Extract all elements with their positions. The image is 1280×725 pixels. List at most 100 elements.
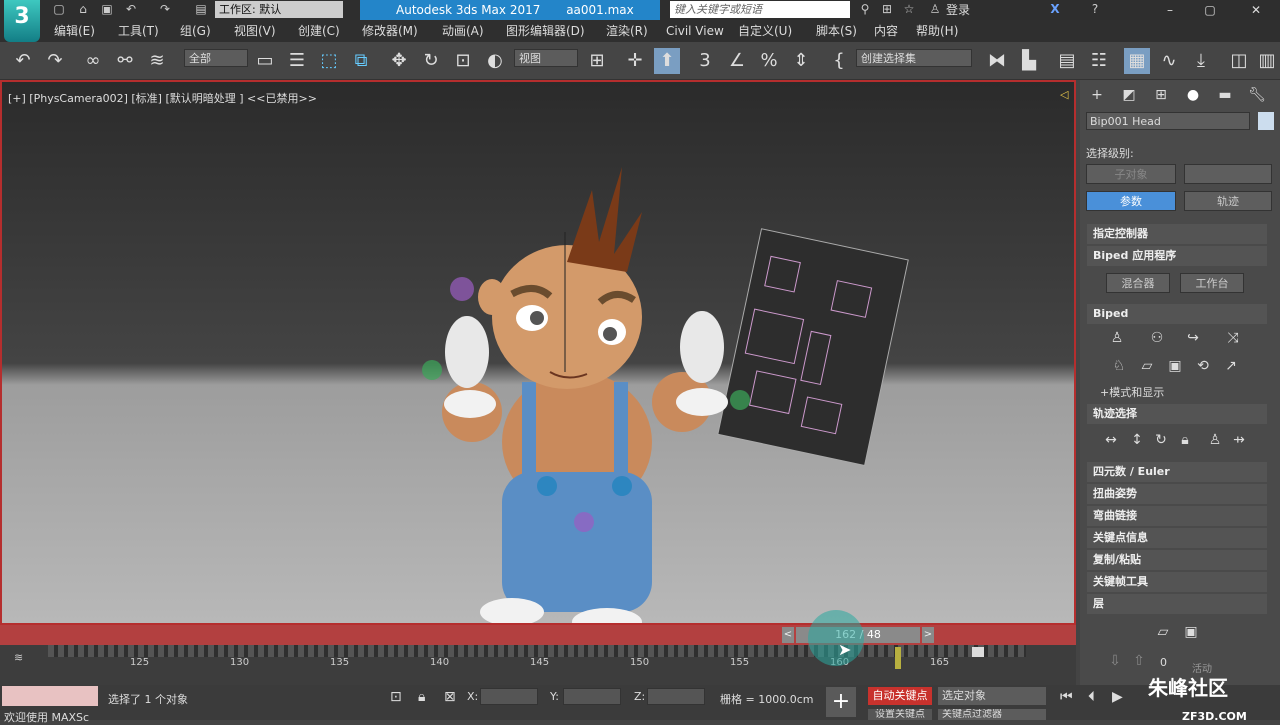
previous-frame-icon[interactable]: ⏴ [1088,689,1095,705]
spinner-snap-icon[interactable]: ⇕ [788,48,814,74]
key-marker[interactable] [972,647,984,657]
next-frame-button[interactable]: > [922,627,934,643]
track-bar[interactable]: ≋ 125 130 135 140 145 150 155 160 165 [0,645,1076,685]
tab-trajectories[interactable]: 轨迹 [1184,191,1272,211]
current-time-marker[interactable] [895,647,901,669]
footstep-mode-icon[interactable]: ⚇ [1146,327,1168,349]
key-filters-button[interactable]: 关键点过滤器 [938,709,1046,720]
render-setup-icon[interactable]: ▥ [1254,48,1280,74]
body-horizontal-icon[interactable]: ↔ [1100,429,1122,451]
select-manipulate-icon[interactable]: ✛ [622,48,648,74]
x-field[interactable] [480,688,538,705]
save-layer-icon[interactable]: ▣ [1180,621,1202,643]
menu-rendering[interactable]: 渲染(R) [606,20,648,42]
undo-icon[interactable]: ↶ [10,48,36,74]
play-icon[interactable]: ▶ [1112,689,1123,705]
scene-explorer-icon[interactable]: ▤ [1054,48,1080,74]
select-by-name-icon[interactable]: ☰ [284,48,310,74]
prev-frame-button[interactable]: < [782,627,794,643]
layer-explorer-icon[interactable]: ☷ [1086,48,1112,74]
mixer-mode-icon[interactable]: ⤨ [1222,327,1244,349]
symmetrical-icon[interactable]: ♙ [1204,429,1226,451]
load-file-icon[interactable]: ▱ [1136,355,1158,377]
snaps-toggle-icon[interactable]: 3 [692,48,718,74]
utilities-tab-icon[interactable]: 🔧︎ [1246,84,1268,106]
rollout-twist-poses[interactable]: 扭曲姿势 [1087,484,1267,504]
menu-create[interactable]: 创建(C) [298,20,340,42]
move-icon[interactable]: ✥ [386,48,412,74]
pivot-center-icon[interactable]: ⊞ [584,48,610,74]
open-file-icon[interactable]: ⌂ [74,1,92,18]
layer-up-icon[interactable]: ⇧ [1128,650,1150,672]
isolate-icon[interactable]: ⊡ [390,689,402,705]
opposite-icon[interactable]: ⇸ [1228,429,1250,451]
menu-edit[interactable]: 编辑(E) [54,20,95,42]
menu-help[interactable]: 帮助(H) [916,20,958,42]
hierarchy-tab-icon[interactable]: ⊞ [1150,84,1172,106]
menu-tools[interactable]: 工具(T) [118,20,159,42]
maxscript-listener[interactable] [2,686,98,706]
toggle-ribbon-icon[interactable]: ▦ [1124,48,1150,74]
motion-tab-icon[interactable]: ● [1182,84,1204,106]
go-to-start-icon[interactable]: ⏮ [1060,689,1073,705]
save-file-icon[interactable]: ▣ [1164,355,1186,377]
app-logo[interactable]: 3 [4,0,40,42]
window-crossing-icon[interactable]: ⧉ [348,48,374,74]
layer-down-icon[interactable]: ⇩ [1104,650,1126,672]
sub-object-dropdown[interactable] [1184,164,1272,184]
selection-filter-dropdown[interactable]: 全部 [184,49,248,67]
menu-content[interactable]: 内容 [874,20,898,42]
workbench-button[interactable]: 工作台 [1180,273,1244,293]
lock-selection-icon[interactable]: 🔒︎ [418,689,425,705]
curve-editor-icon[interactable]: ∿ [1156,48,1182,74]
menu-customize[interactable]: 自定义(U) [738,20,792,42]
binoculars-icon[interactable]: ⚲ [856,1,874,18]
unlink-icon[interactable]: ⚯ [112,48,138,74]
maximize-button[interactable]: ▢ [1190,0,1230,20]
add-time-tag-icon[interactable]: + [826,687,856,717]
key-strip[interactable] [48,645,1026,657]
rotate-icon[interactable]: ↻ [418,48,444,74]
rollout-assign-controller[interactable]: 指定控制器 [1087,224,1267,244]
set-key-button[interactable]: 设置关键点 [868,709,932,720]
align-icon[interactable]: ▙ [1016,48,1042,74]
menu-scripting[interactable]: 脚本(S) [816,20,857,42]
select-object-icon[interactable]: ▭ [252,48,278,74]
minimize-button[interactable]: – [1150,0,1190,20]
rollout-layers[interactable]: 层 [1087,594,1267,614]
modes-display-rollout[interactable]: +模式和显示 [1100,384,1164,400]
user-icon[interactable]: ♙ [926,1,944,18]
menu-modifiers[interactable]: 修改器(M) [362,20,418,42]
rollout-biped-apps[interactable]: Biped 应用程序 [1087,246,1267,266]
exchange-icon[interactable]: X [1046,1,1064,18]
sub-object-button[interactable]: 子对象 [1086,164,1176,184]
login-link[interactable]: 登录 [946,1,970,18]
info-center-icon[interactable]: ⊞ [878,1,896,18]
motion-flow-icon[interactable]: ↪ [1182,327,1204,349]
mirror-icon[interactable]: ⧓ [984,48,1010,74]
scale-icon[interactable]: ⊡ [450,48,476,74]
rollout-keyframing-tools[interactable]: 关键帧工具 [1087,572,1267,592]
move-all-mode-icon[interactable]: ↗ [1220,355,1242,377]
project-folder-icon[interactable]: ▤ [192,1,210,18]
z-field[interactable] [647,688,705,705]
body-vertical-icon[interactable]: ↕ [1126,429,1148,451]
modify-tab-icon[interactable]: ◩ [1118,84,1140,106]
layer-value[interactable]: 0 [1160,656,1167,669]
angle-snap-icon[interactable]: ∠ [724,48,750,74]
rect-selection-icon[interactable]: ⬚ [316,48,342,74]
rollout-bend-links[interactable]: 弯曲链接 [1087,506,1267,526]
reference-coord-dropdown[interactable]: 视图 [514,49,578,67]
link-icon[interactable]: ∞ [80,48,106,74]
tab-parameters[interactable]: 参数 [1086,191,1176,211]
absolute-mode-icon[interactable]: ⊠ [444,689,456,705]
rollout-biped[interactable]: Biped [1087,304,1267,324]
close-button[interactable]: ✕ [1236,0,1276,20]
undo-icon[interactable]: ↶ [122,1,140,18]
mixer-button[interactable]: 混合器 [1106,273,1170,293]
menu-views[interactable]: 视图(V) [234,20,276,42]
convert-icon[interactable]: ⟲ [1192,355,1214,377]
search-input[interactable]: 键入关键字或短语 [670,1,850,18]
object-color-swatch[interactable] [1258,112,1274,130]
display-tab-icon[interactable]: ▬ [1214,84,1236,106]
